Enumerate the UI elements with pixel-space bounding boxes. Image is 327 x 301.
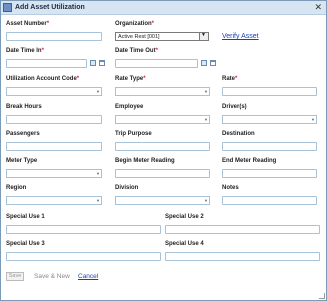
save-button[interactable]: Save (6, 272, 24, 281)
clear-icon[interactable] (210, 60, 216, 66)
rate-type-select[interactable]: ▼ (115, 87, 210, 96)
cancel-link[interactable]: Cancel (78, 272, 98, 281)
rate-type-label: Rate Type* (115, 76, 146, 82)
save-and-new-button[interactable]: Save & New (34, 272, 70, 281)
meter-type-select[interactable]: ▼ (6, 169, 102, 178)
special-use-1-label: Special Use 1 (6, 214, 45, 220)
title-bar: Add Asset Utilization ✕ (1, 1, 326, 15)
region-select[interactable]: ▼ (6, 196, 102, 205)
division-label: Division (115, 185, 139, 191)
chevron-down-icon: ▼ (96, 171, 100, 176)
organization-label: Organization* (115, 21, 155, 27)
special-use-4-input[interactable] (165, 252, 320, 261)
chevron-down-icon: ▼ (204, 89, 208, 94)
date-time-out-label: Date Time Out* (115, 48, 158, 54)
calendar-icon[interactable] (90, 60, 96, 66)
chevron-down-icon: ▼ (311, 117, 315, 122)
chevron-down-icon: ▼ (204, 198, 208, 203)
end-meter-reading-label: End Meter Reading (222, 158, 277, 164)
division-select[interactable]: ▼ (115, 196, 210, 205)
passengers-input[interactable] (6, 142, 102, 151)
notes-label: Notes (222, 185, 239, 191)
utilization-account-code-select[interactable]: ▼ (6, 87, 102, 96)
window-title: Add Asset Utilization (15, 4, 85, 11)
break-hours-input[interactable] (6, 115, 102, 124)
special-use-1-input[interactable] (6, 225, 161, 234)
window-icon (3, 3, 12, 12)
break-hours-label: Break Hours (6, 104, 42, 110)
rate-input[interactable] (222, 87, 317, 96)
begin-meter-reading-input[interactable] (115, 169, 210, 178)
verify-asset-link[interactable]: Verify Asset (222, 32, 259, 41)
employee-label: Employee (115, 104, 144, 110)
rate-label: Rate* (222, 76, 238, 82)
date-time-out-input[interactable] (115, 59, 198, 68)
asset-number-input[interactable] (6, 32, 102, 41)
organization-select[interactable]: Active Rest [001] ▼ (115, 32, 209, 41)
trip-purpose-label: Trip Purpose (115, 131, 152, 137)
chevron-down-icon: ▼ (204, 117, 208, 122)
date-time-in-input[interactable] (6, 59, 87, 68)
begin-meter-reading-label: Begin Meter Reading (115, 158, 175, 164)
add-asset-utilization-dialog: Add Asset Utilization ✕ Asset Number* Or… (0, 0, 327, 301)
destination-label: Destination (222, 131, 255, 137)
special-use-2-input[interactable] (165, 225, 320, 234)
special-use-2-label: Special Use 2 (165, 214, 204, 220)
close-icon[interactable]: ✕ (314, 1, 322, 13)
passengers-label: Passengers (6, 131, 40, 137)
calendar-icon[interactable] (201, 60, 207, 66)
region-label: Region (6, 185, 27, 191)
special-use-3-label: Special Use 3 (6, 241, 45, 247)
clear-icon[interactable] (99, 60, 105, 66)
special-use-3-input[interactable] (6, 252, 161, 261)
resize-grip-icon[interactable] (319, 293, 325, 299)
date-time-in-label: Date Time In* (6, 48, 44, 54)
meter-type-label: Meter Type (6, 158, 38, 164)
notes-input[interactable] (222, 196, 317, 205)
drivers-label: Driver(s) (222, 104, 247, 110)
chevron-down-icon[interactable]: ▼ (199, 32, 208, 40)
asset-number-label: Asset Number* (6, 21, 50, 27)
chevron-down-icon: ▼ (96, 89, 100, 94)
chevron-down-icon: ▼ (96, 198, 100, 203)
destination-input[interactable] (222, 142, 317, 151)
employee-select[interactable]: ▼ (115, 115, 210, 124)
special-use-4-label: Special Use 4 (165, 241, 204, 247)
trip-purpose-input[interactable] (115, 142, 210, 151)
drivers-select[interactable]: ▼ (222, 115, 317, 124)
utilization-account-code-label: Utilization Account Code* (6, 76, 80, 82)
end-meter-reading-input[interactable] (222, 169, 317, 178)
